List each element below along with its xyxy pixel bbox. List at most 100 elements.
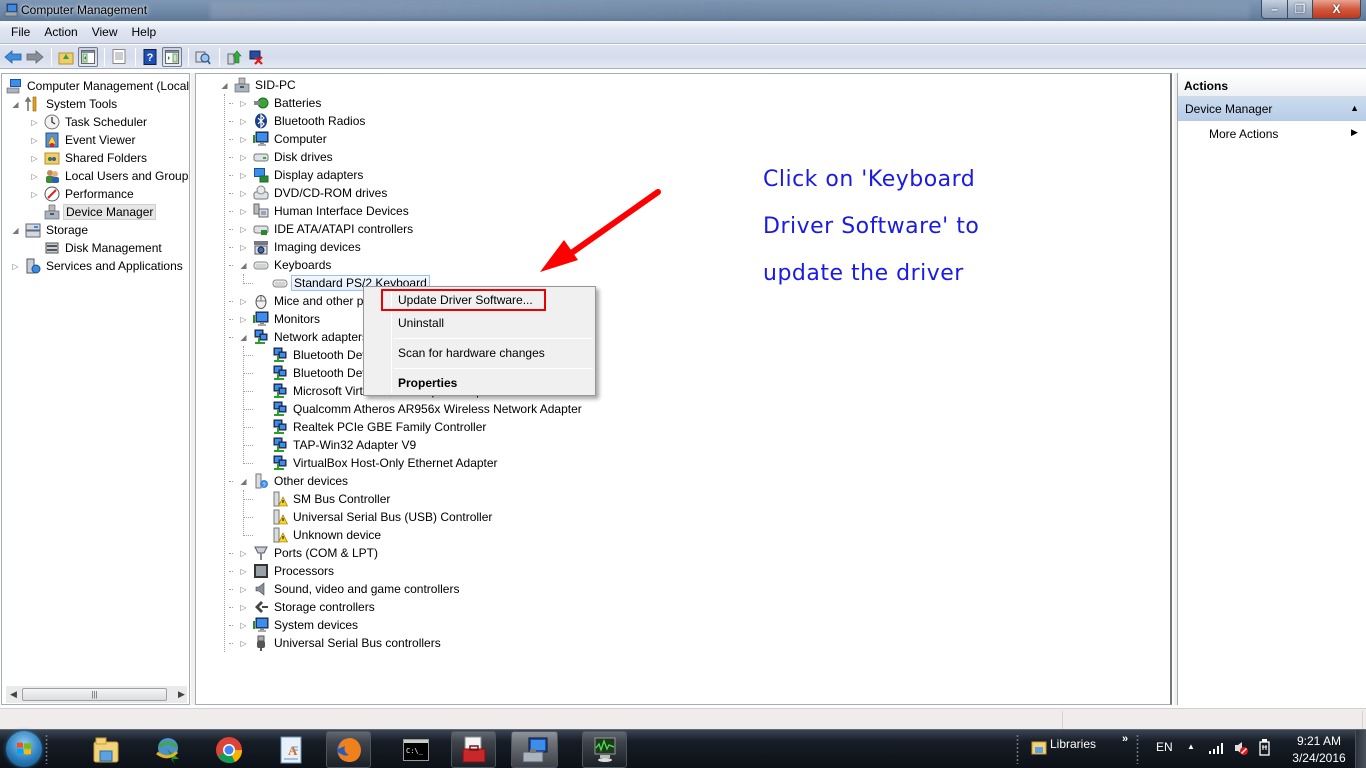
volume-muted-icon[interactable]: [1233, 740, 1249, 756]
tree-item-universal-serial-bus-usb-controller[interactable]: Universal Serial Bus (USB) Controller: [272, 508, 494, 526]
tree-item-network-adapters[interactable]: ◢ Network adapters: [240, 328, 370, 346]
tree-item-keyboards[interactable]: ◢ Keyboards: [240, 256, 333, 274]
collapsed-twisty-icon[interactable]: ▷: [239, 99, 248, 108]
menu-view[interactable]: View: [85, 25, 125, 39]
collapse-triangle-icon[interactable]: ▲: [1350, 103, 1359, 113]
collapsed-twisty-icon[interactable]: ▷: [239, 639, 248, 648]
expanded-twisty-icon[interactable]: ◢: [220, 81, 229, 90]
tree-item-display-adapters[interactable]: ▷ Display adapters: [240, 166, 365, 184]
show-desktop-button[interactable]: [1355, 730, 1366, 768]
expanded-twisty-icon[interactable]: ◢: [11, 226, 20, 235]
help-button[interactable]: ?: [140, 47, 160, 67]
collapsed-twisty-icon[interactable]: ▷: [30, 118, 39, 127]
taskbar-gripper[interactable]: [45, 734, 48, 764]
collapsed-twisty-icon[interactable]: ▷: [239, 225, 248, 234]
tree-item-storage[interactable]: ◢ Storage: [12, 221, 90, 239]
tree-item-universal-serial-bus-controllers[interactable]: ▷ Universal Serial Bus controllers: [240, 634, 443, 652]
actions-section-device-manager[interactable]: Device Manager ▲: [1178, 97, 1366, 121]
tree-item-disk-drives[interactable]: ▷ Disk drives: [240, 148, 335, 166]
start-button[interactable]: [6, 731, 42, 767]
collapsed-twisty-icon[interactable]: ▷: [30, 136, 39, 145]
tree-item-ide-ata-atapi-controllers[interactable]: ▷ IDE ATA/ATAPI controllers: [240, 220, 415, 238]
collapsed-twisty-icon[interactable]: ▷: [239, 315, 248, 324]
taskbar-computer-management[interactable]: [511, 731, 558, 768]
taskbar-performance-monitor[interactable]: [582, 731, 627, 768]
tree-item-virtualbox-host-only-ethernet-adapter[interactable]: VirtualBox Host-Only Ethernet Adapter: [272, 454, 500, 472]
menu-file[interactable]: File: [4, 25, 37, 39]
tree-item-human-interface-devices[interactable]: ▷ Human Interface Devices: [240, 202, 411, 220]
taskbar-toolbox-app[interactable]: [451, 731, 496, 768]
menu-item-scan-for-hardware-changes[interactable]: Scan for hardware changes: [398, 346, 545, 360]
tree-item-local-users-and-groups[interactable]: ▷ Local Users and Groups: [31, 167, 189, 185]
uninstall-button[interactable]: [246, 47, 266, 67]
update-driver-button[interactable]: [224, 47, 244, 67]
tree-item-sound-video-and-game-controllers[interactable]: ▷ Sound, video and game controllers: [240, 580, 461, 598]
collapsed-twisty-icon[interactable]: ▷: [30, 190, 39, 199]
tree-item-dvd-cd-rom-drives[interactable]: ▷ DVD/CD-ROM drives: [240, 184, 389, 202]
network-signal-icon[interactable]: [1208, 742, 1224, 754]
language-indicator[interactable]: EN: [1156, 740, 1173, 754]
tree-item-sid-pc[interactable]: ◢ SID-PC: [221, 76, 298, 94]
tree-item-system-tools[interactable]: ◢ System Tools: [12, 95, 119, 113]
expanded-twisty-icon[interactable]: ◢: [11, 100, 20, 109]
tree-item-monitors[interactable]: ▷ Monitors: [240, 310, 322, 328]
properties-button[interactable]: [109, 47, 129, 67]
collapsed-twisty-icon[interactable]: ▷: [11, 262, 20, 271]
taskbar-command-prompt[interactable]: C:\_: [393, 731, 438, 768]
tree-item-task-scheduler[interactable]: ▷ Task Scheduler: [31, 113, 149, 131]
tree-item-processors[interactable]: ▷ Processors: [240, 562, 336, 580]
scan-hardware-changes-button[interactable]: [193, 47, 213, 67]
clock[interactable]: 9:21 AM 3/24/2016: [1288, 733, 1350, 767]
scroll-left-arrow-icon[interactable]: ◀: [10, 689, 17, 700]
collapsed-twisty-icon[interactable]: ▷: [239, 135, 248, 144]
collapsed-twisty-icon[interactable]: ▷: [239, 207, 248, 216]
tree-item-imaging-devices[interactable]: ▷ Imaging devices: [240, 238, 363, 256]
tree-item-performance[interactable]: ▷ Performance: [31, 185, 136, 203]
collapsed-twisty-icon[interactable]: ▷: [239, 297, 248, 306]
tree-item-unknown-device[interactable]: Unknown device: [272, 526, 383, 544]
taskbar-chrome[interactable]: [206, 731, 251, 768]
collapsed-twisty-icon[interactable]: ▷: [239, 153, 248, 162]
collapsed-twisty-icon[interactable]: ▷: [239, 243, 248, 252]
tree-item-event-viewer[interactable]: ▷ Event Viewer: [31, 131, 137, 149]
back-button[interactable]: [3, 47, 23, 67]
tree-item-qualcomm-atheros-ar956x-wireless-network-adapter[interactable]: Qualcomm Atheros AR956x Wireless Network…: [272, 400, 584, 418]
scroll-right-arrow-icon[interactable]: ▶: [178, 689, 185, 700]
show-hide-console-tree-button[interactable]: [78, 46, 98, 67]
scrollbar-thumb[interactable]: |||: [22, 688, 167, 701]
taskbar-gripper[interactable]: [1016, 734, 1019, 764]
forward-button[interactable]: [25, 47, 45, 67]
menu-help[interactable]: Help: [125, 25, 164, 39]
collapsed-twisty-icon[interactable]: ▷: [239, 117, 248, 126]
up-one-level-button[interactable]: [56, 47, 76, 67]
collapsed-twisty-icon[interactable]: ▷: [239, 585, 248, 594]
action-more-actions[interactable]: More Actions: [1209, 127, 1278, 141]
expanded-twisty-icon[interactable]: ◢: [239, 261, 248, 270]
collapsed-twisty-icon[interactable]: ▷: [239, 603, 248, 612]
collapsed-twisty-icon[interactable]: ▷: [239, 567, 248, 576]
taskbar-windows-explorer[interactable]: [83, 731, 128, 768]
tree-item-system-devices[interactable]: ▷ System devices: [240, 616, 360, 634]
close-button[interactable]: X: [1312, 0, 1361, 19]
taskbar-gripper[interactable]: [1136, 734, 1139, 764]
menu-item-uninstall[interactable]: Uninstall: [398, 316, 444, 330]
tree-item-batteries[interactable]: ▷ Batteries: [240, 94, 323, 112]
horizontal-scrollbar[interactable]: ◀ ||| ▶: [6, 686, 187, 703]
tree-item-services-and-applications[interactable]: ▷ Services and Applications: [12, 257, 185, 275]
tree-item-computer-management-local[interactable]: Computer Management (Local: [6, 77, 189, 95]
taskbar-internet-download-manager[interactable]: [145, 731, 190, 768]
tree-item-shared-folders[interactable]: ▷ Shared Folders: [31, 149, 149, 167]
collapsed-twisty-icon[interactable]: ▷: [239, 621, 248, 630]
show-hide-action-pane-button[interactable]: [162, 46, 182, 67]
taskbar-wordpad[interactable]: A: [268, 731, 313, 768]
collapsed-twisty-icon[interactable]: ▷: [239, 549, 248, 558]
power-plugged-icon[interactable]: [1258, 739, 1272, 757]
expanded-twisty-icon[interactable]: ◢: [239, 477, 248, 486]
tree-item-other-devices[interactable]: ◢? Other devices: [240, 472, 350, 490]
libraries-toolbar[interactable]: Libraries: [1050, 737, 1096, 751]
tree-item-ports-com-lpt[interactable]: ▷ Ports (COM & LPT): [240, 544, 380, 562]
tree-item-bluetooth-radios[interactable]: ▷ Bluetooth Radios: [240, 112, 367, 130]
restore-button[interactable]: ❐: [1287, 0, 1313, 19]
tree-item-realtek-pcie-gbe-family-controller[interactable]: Realtek PCIe GBE Family Controller: [272, 418, 488, 436]
tree-item-device-manager[interactable]: Device Manager: [44, 203, 157, 221]
